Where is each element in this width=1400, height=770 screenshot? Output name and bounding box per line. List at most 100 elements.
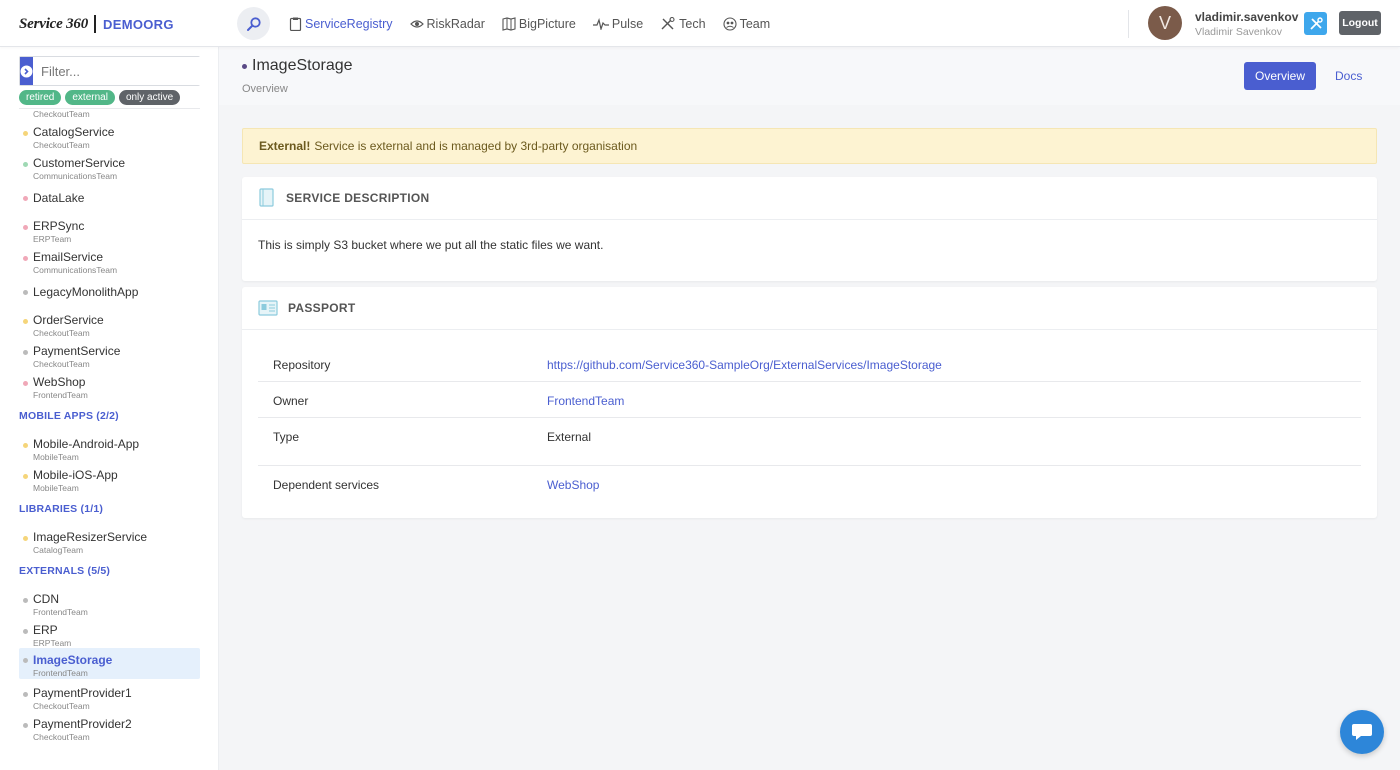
section-mobile-apps[interactable]: MOBILE APPS (2/2): [19, 410, 119, 422]
logo-separator: [94, 15, 97, 33]
status-dot: [242, 64, 247, 69]
nav-tech[interactable]: Tech: [660, 16, 706, 31]
service-name: DataLake: [33, 191, 85, 205]
list-item[interactable]: ERP ERPTeam: [19, 622, 200, 650]
service-name: CDN: [33, 592, 59, 606]
chat-bubble-icon: [1352, 724, 1372, 740]
service-name: Mobile-Android-App: [33, 437, 140, 451]
header-divider: [1128, 10, 1129, 38]
service-team: CommunicationsTeam: [33, 171, 118, 181]
card-header: PASSPORT: [242, 287, 1377, 330]
list-item[interactable]: Mobile-Android-App MobileTeam: [19, 436, 200, 464]
passport-key: Repository: [273, 358, 331, 372]
nav-label: Tech: [679, 16, 706, 31]
passport-key: Type: [273, 430, 300, 444]
tag-only-active[interactable]: only active: [118, 90, 181, 105]
service-description-card: SERVICE DESCRIPTION This is simply S3 bu…: [242, 177, 1377, 281]
search-icon: [246, 16, 261, 31]
docs-button[interactable]: Docs: [1335, 69, 1362, 83]
eye-icon: [409, 19, 424, 28]
list-item[interactable]: CustomerService CommunicationsTeam: [19, 155, 200, 183]
chat-button[interactable]: [1340, 710, 1384, 754]
page-header: ImageStorage Overview Overview Docs: [219, 47, 1400, 105]
list-item[interactable]: PaymentService CheckoutTeam: [19, 343, 200, 371]
list-item[interactable]: EmailService CommunicationsTeam: [19, 249, 200, 277]
list-item[interactable]: PaymentProvider2 CheckoutTeam: [19, 716, 200, 744]
service-team: CheckoutTeam: [33, 328, 90, 338]
nav-team[interactable]: Team: [723, 16, 771, 31]
alert-strong: External!: [259, 139, 311, 153]
filter-box: [19, 56, 217, 86]
section-externals[interactable]: EXTERNALS (5/5): [19, 565, 110, 577]
main-nav: ServiceRegistry RiskRadar BigPicture Pul…: [289, 0, 770, 47]
list-item-selected[interactable]: ImageStorage FrontendTeam: [19, 648, 200, 679]
tag-external[interactable]: external: [65, 90, 115, 105]
status-dot: [23, 131, 28, 136]
list-item[interactable]: LegacyMonolithApp: [19, 283, 200, 305]
overview-button[interactable]: Overview: [1244, 62, 1316, 90]
nav-service-registry[interactable]: ServiceRegistry: [289, 17, 393, 31]
org-name: DEMOORG: [103, 16, 174, 32]
nav-label: BigPicture: [518, 16, 576, 31]
nav-risk-radar[interactable]: RiskRadar: [409, 16, 485, 31]
sidebar: retired external only active CheckoutTea…: [0, 47, 219, 770]
logo[interactable]: Service 360 DEMOORG: [19, 12, 174, 36]
status-dot: [23, 162, 28, 167]
filter-toggle-button[interactable]: [20, 57, 33, 85]
list-item[interactable]: CDN FrontendTeam: [19, 591, 200, 619]
status-dot: [23, 598, 28, 603]
service-name: ImageResizerService: [33, 530, 148, 544]
filter-input[interactable]: [33, 57, 217, 85]
status-dot: [23, 443, 28, 448]
list-item[interactable]: ERPSync ERPTeam: [19, 218, 200, 246]
status-dot: [23, 256, 28, 261]
passport-row-repository: Repository https://github.com/Service360…: [258, 346, 1361, 382]
list-item[interactable]: DataLake: [19, 189, 200, 211]
owner-link[interactable]: FrontendTeam: [547, 394, 624, 408]
status-dot: [23, 474, 28, 479]
passport-card: PASSPORT Repository https://github.com/S…: [242, 287, 1377, 518]
list-item[interactable]: Mobile-iOS-App MobileTeam: [19, 467, 200, 495]
nav-big-picture[interactable]: BigPicture: [502, 17, 576, 31]
service-name: ERP: [33, 623, 58, 637]
search-button[interactable]: [237, 7, 270, 40]
status-dot: [23, 536, 28, 541]
list-item[interactable]: PaymentProvider1 CheckoutTeam: [19, 685, 200, 713]
logout-button[interactable]: Logout: [1339, 11, 1381, 35]
service-team: ERPTeam: [33, 638, 72, 648]
dependent-service-link[interactable]: WebShop: [547, 478, 599, 492]
list-item[interactable]: ImageResizerService CatalogTeam: [19, 529, 200, 557]
nav-label: Team: [739, 16, 771, 31]
service-team: CommunicationsTeam: [33, 265, 118, 275]
tools-icon: [661, 16, 675, 29]
section-libraries[interactable]: LIBRARIES (1/1): [19, 503, 103, 515]
avatar[interactable]: V: [1148, 6, 1182, 40]
repository-link[interactable]: https://github.com/Service360-SampleOrg/…: [547, 358, 942, 372]
admin-tools-button[interactable]: [1304, 12, 1327, 35]
status-dot: [23, 629, 28, 634]
list-item[interactable]: OrderService CheckoutTeam: [19, 312, 200, 340]
list-item-partial[interactable]: CheckoutTeam: [19, 108, 200, 120]
service-name: OrderService: [33, 313, 104, 327]
tag-retired[interactable]: retired: [19, 90, 62, 105]
list-item[interactable]: CatalogService CheckoutTeam: [19, 124, 200, 152]
service-team: CatalogTeam: [33, 545, 84, 555]
top-header: Service 360 DEMOORG ServiceRegistry Risk…: [0, 0, 1400, 47]
nav-pulse[interactable]: Pulse: [592, 16, 644, 31]
wrench-icon: [1309, 16, 1323, 30]
user-full-name: Vladimir Savenkov: [1195, 26, 1282, 38]
user-login: vladimir.savenkov: [1195, 10, 1299, 24]
status-dot: [23, 381, 28, 386]
status-dot: [23, 225, 28, 230]
nav-label: Pulse: [611, 16, 644, 31]
service-name: PaymentProvider1: [33, 686, 132, 700]
passport-key: Dependent services: [273, 478, 380, 492]
nav-label: ServiceRegistry: [305, 16, 393, 31]
page-title: ImageStorage: [252, 57, 353, 74]
external-alert: External! Service is external and is man…: [242, 128, 1377, 164]
list-item[interactable]: WebShop FrontendTeam: [19, 374, 200, 402]
nav-label: RiskRadar: [426, 16, 485, 31]
service-team: FrontendTeam: [33, 668, 88, 678]
status-dot: [23, 658, 28, 663]
service-name: CatalogService: [33, 125, 115, 139]
